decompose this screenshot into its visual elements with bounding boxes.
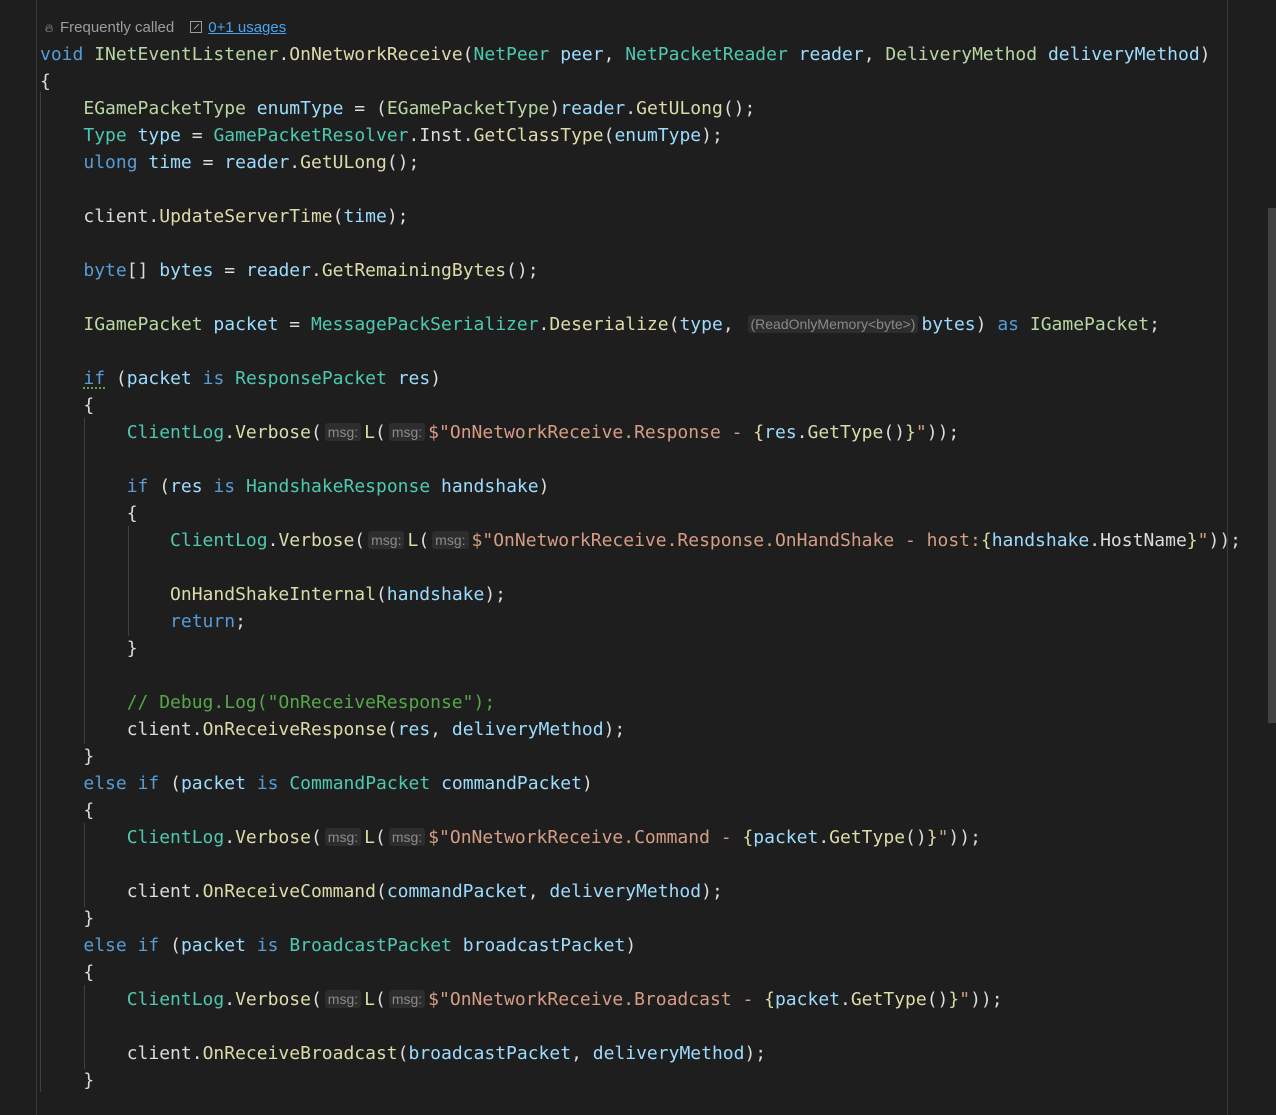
code-line[interactable]: Type type = GamePacketResolver.Inst.GetC…	[40, 122, 722, 149]
code-line[interactable]: {	[40, 959, 94, 986]
code-line[interactable]: ClientLog.Verbose(msg: L(msg: $"OnNetworkR…	[40, 986, 1003, 1013]
code-line[interactable]: client.OnReceiveResponse(res, deliveryMe…	[40, 716, 626, 743]
inlay-hint: msg:	[324, 990, 362, 1008]
codelens: 🔥︎ Frequently called 0+1 usages	[42, 18, 287, 38]
usages-link[interactable]: 0+1 usages	[208, 19, 286, 36]
code-line[interactable]: }	[40, 743, 94, 770]
code-line[interactable]: client.OnReceiveBroadcast(broadcastPacke…	[40, 1040, 766, 1067]
code-line[interactable]: ClientLog.Verbose(msg: L(msg: $"OnNetworkR…	[40, 824, 981, 851]
code-line[interactable]: OnHandShakeInternal(handshake);	[40, 581, 506, 608]
code-line[interactable]: ulong time = reader.GetULong();	[40, 149, 419, 176]
code-line[interactable]: {	[40, 500, 138, 527]
inlay-hint: msg:	[432, 531, 469, 549]
inlay-hint: msg:	[368, 531, 405, 549]
code-comment[interactable]: // Debug.Log("OnReceiveResponse");	[40, 689, 495, 716]
right-margin-guide	[1227, 0, 1228, 1115]
code-line[interactable]: }	[40, 1067, 94, 1094]
code-line[interactable]: ClientLog.Verbose(msg: L(msg: $"OnNetworkR…	[40, 419, 960, 446]
code-line[interactable]: {	[40, 797, 94, 824]
external-link-icon	[190, 21, 203, 33]
code-line[interactable]: byte[] bytes = reader.GetRemainingBytes(…	[40, 257, 538, 284]
code-line[interactable]: {	[40, 68, 51, 95]
code-editor[interactable]: 🔥︎ Frequently called 0+1 usages void INetE…	[0, 0, 1276, 1115]
code-line[interactable]: }	[40, 635, 138, 662]
code-line[interactable]: if (packet is ResponsePacket res)	[40, 365, 441, 392]
code-line[interactable]: else if (packet is CommandPacket command…	[40, 770, 592, 797]
code-line[interactable]: client.OnReceiveCommand(commandPacket, d…	[40, 878, 723, 905]
inlay-hint: msg:	[388, 423, 426, 441]
code-line[interactable]: if (res is HandshakeResponse handshake)	[40, 473, 550, 500]
code-line-signature[interactable]: void INetEventListener.OnNetworkReceive(…	[40, 41, 1211, 68]
code-line[interactable]: }	[40, 905, 94, 932]
code-line[interactable]: ClientLog.Verbose(msg: L(msg: $"OnNetworkR…	[40, 527, 1241, 554]
fold-margin-line	[36, 0, 37, 1115]
vertical-scrollbar-thumb[interactable]	[1268, 208, 1276, 723]
flame-icon: 🔥︎	[44, 21, 54, 35]
code-line[interactable]: return;	[40, 608, 246, 635]
code-line[interactable]: IGamePacket packet = MessagePackSerializ…	[40, 311, 1160, 338]
inlay-hint: msg:	[388, 828, 426, 846]
code-line[interactable]: client.UpdateServerTime(time);	[40, 203, 408, 230]
inlay-hint: msg:	[388, 990, 426, 1008]
frequently-called-label: Frequently called	[60, 19, 175, 36]
code-line[interactable]: else if (packet is BroadcastPacket broad…	[40, 932, 636, 959]
code-line[interactable]: EGamePacketType enumType = (EGamePacketT…	[40, 95, 755, 122]
inlay-hint: (ReadOnlyMemory<byte>)	[747, 315, 919, 333]
inlay-hint: msg:	[324, 828, 362, 846]
code-line[interactable]: {	[40, 392, 94, 419]
inlay-hint: msg:	[324, 423, 362, 441]
